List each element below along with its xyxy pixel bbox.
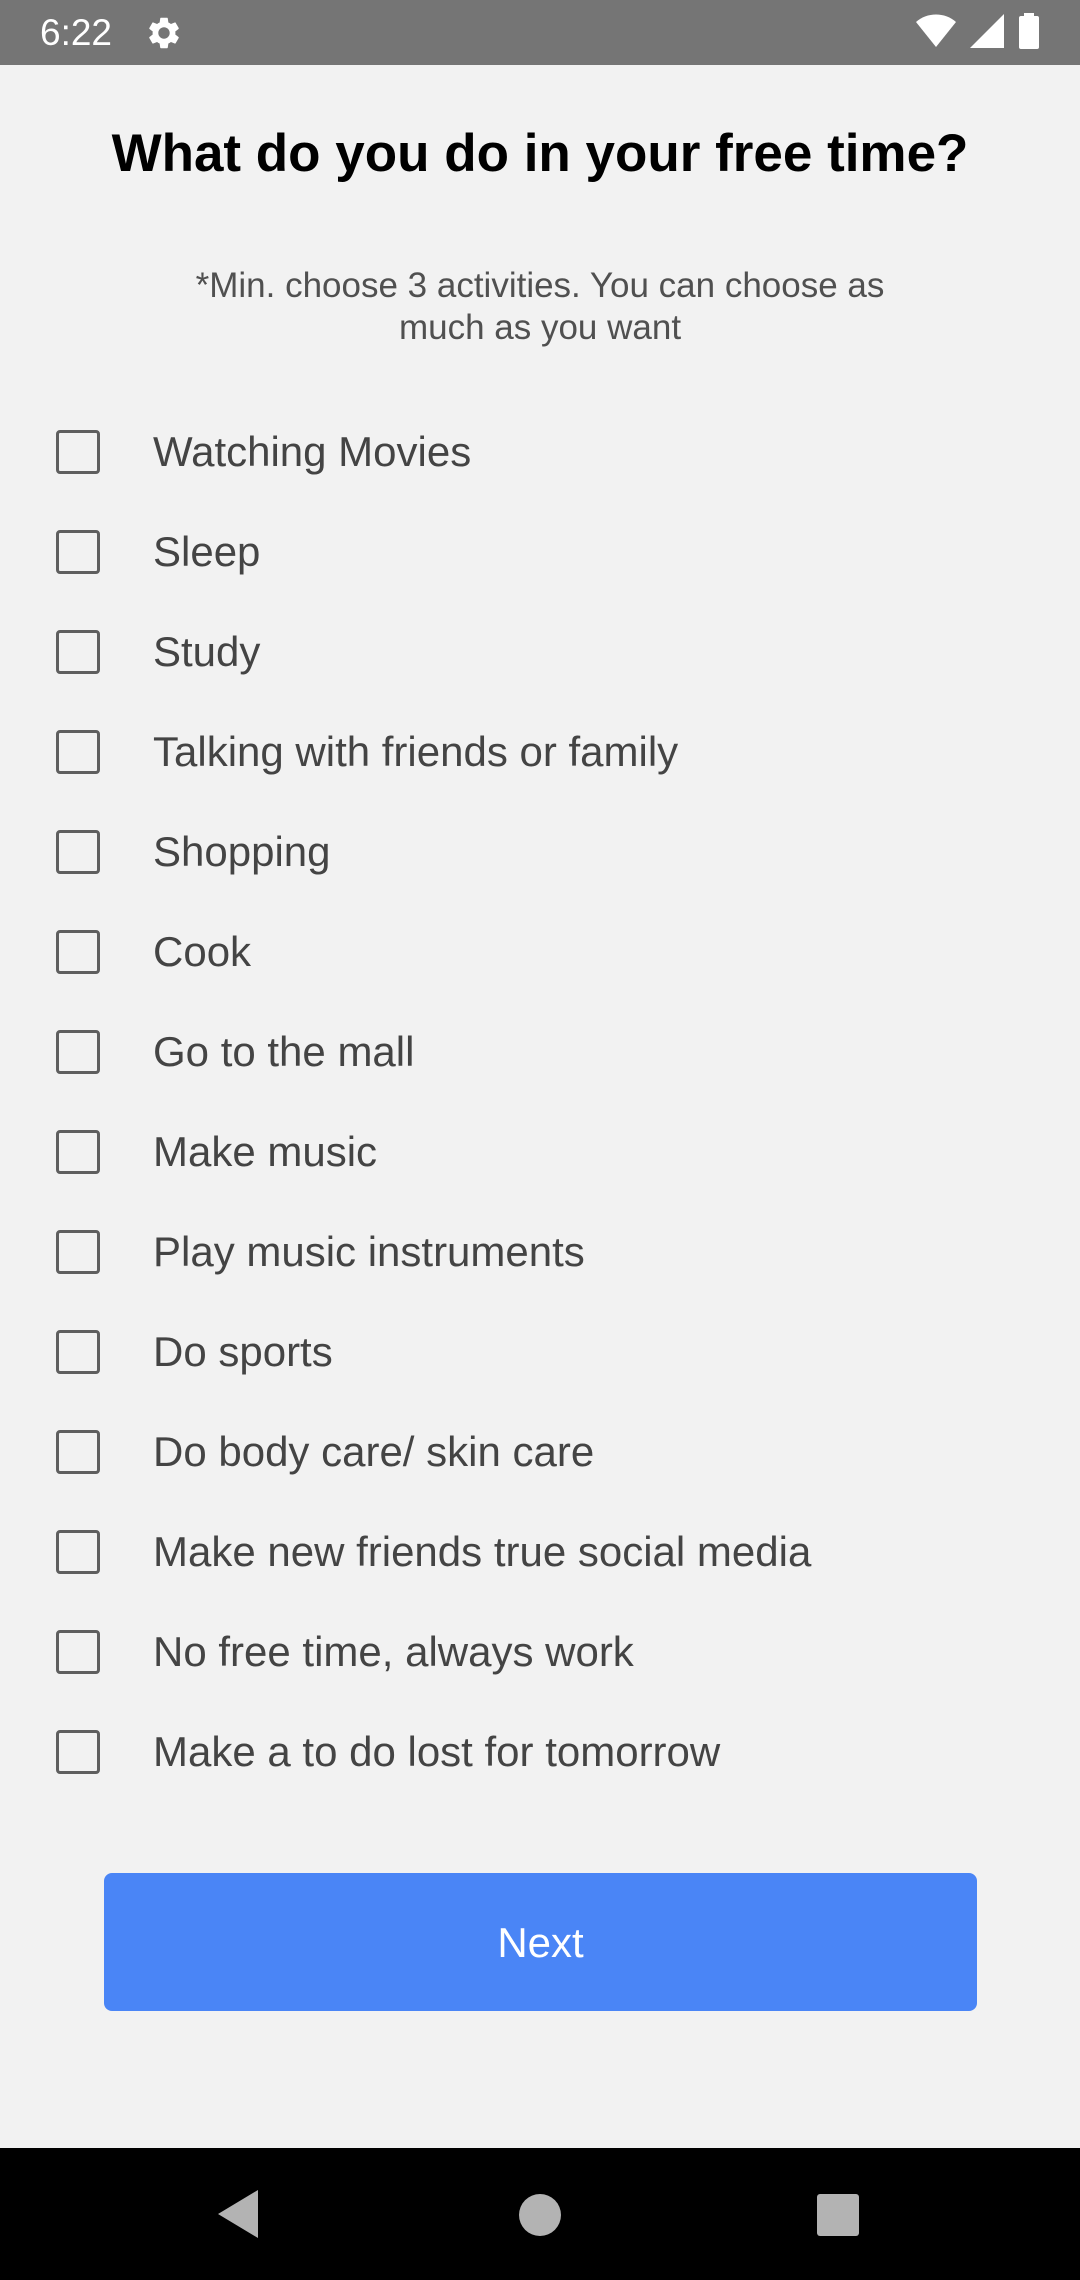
- activity-option[interactable]: No free time, always work: [0, 1605, 1080, 1705]
- option-label: Cook: [153, 928, 252, 975]
- checkbox[interactable]: [56, 1030, 100, 1074]
- status-bar: 6:22: [0, 0, 1080, 65]
- checkbox[interactable]: [56, 1730, 100, 1774]
- activity-option[interactable]: Make a to do lost for tomorrow: [0, 1705, 1080, 1805]
- checkbox[interactable]: [56, 830, 100, 874]
- activity-option[interactable]: Play music instruments: [0, 1205, 1080, 1305]
- activity-option[interactable]: Cook: [0, 905, 1080, 1005]
- checkbox[interactable]: [56, 1430, 100, 1474]
- option-label: Sleep: [153, 528, 261, 575]
- wifi-icon: [916, 14, 956, 53]
- navigation-bar: [0, 2148, 1080, 2280]
- status-icons: [916, 12, 1040, 54]
- screen: 6:22 What do you do in your free time? *…: [0, 0, 1080, 2280]
- option-label: Play music instruments: [153, 1228, 585, 1275]
- activity-option[interactable]: Shopping: [0, 805, 1080, 905]
- option-label: Talking with friends or family: [153, 728, 679, 775]
- option-label: Make music: [153, 1128, 378, 1175]
- next-button[interactable]: Next: [104, 1873, 977, 2011]
- option-label: Do sports: [153, 1328, 333, 1375]
- checkbox[interactable]: [56, 1130, 100, 1174]
- option-label: Go to the mall: [153, 1028, 415, 1075]
- status-time: 6:22: [40, 12, 113, 53]
- activity-option[interactable]: Go to the mall: [0, 1005, 1080, 1105]
- checkbox[interactable]: [56, 1630, 100, 1674]
- option-label: Watching Movies: [153, 428, 472, 475]
- checkbox[interactable]: [56, 1530, 100, 1574]
- activity-option[interactable]: Do body care/ skin care: [0, 1405, 1080, 1505]
- back-icon[interactable]: [218, 2190, 258, 2238]
- battery-icon: [1018, 12, 1040, 54]
- activity-option[interactable]: Study: [0, 605, 1080, 705]
- checkbox[interactable]: [56, 530, 100, 574]
- checkbox[interactable]: [56, 730, 100, 774]
- option-label: Do body care/ skin care: [153, 1428, 595, 1475]
- option-label: Make a to do lost for tomorrow: [153, 1728, 721, 1775]
- recent-apps-icon[interactable]: [817, 2194, 859, 2236]
- checkbox[interactable]: [56, 430, 100, 474]
- home-icon[interactable]: [519, 2194, 561, 2236]
- activity-option[interactable]: Talking with friends or family: [0, 705, 1080, 805]
- signal-icon: [970, 13, 1004, 53]
- option-label: Study: [153, 628, 261, 675]
- gear-icon: [145, 14, 183, 52]
- instructions-text: *Min. choose 3 activities. You can choos…: [195, 266, 885, 347]
- page-title: What do you do in your free time?: [111, 124, 969, 183]
- activity-option[interactable]: Make music: [0, 1105, 1080, 1205]
- option-label: No free time, always work: [153, 1628, 634, 1675]
- checkbox[interactable]: [56, 630, 100, 674]
- activity-option[interactable]: Make new friends true social media: [0, 1505, 1080, 1605]
- option-label: Shopping: [153, 828, 331, 875]
- checkbox[interactable]: [56, 1330, 100, 1374]
- activity-options-list: Watching Movies Sleep Study Talking with…: [0, 405, 1080, 1805]
- checkbox[interactable]: [56, 930, 100, 974]
- option-label: Make new friends true social media: [153, 1528, 812, 1575]
- checkbox[interactable]: [56, 1230, 100, 1274]
- activity-option[interactable]: Do sports: [0, 1305, 1080, 1405]
- activity-option[interactable]: Sleep: [0, 505, 1080, 605]
- activity-option[interactable]: Watching Movies: [0, 405, 1080, 505]
